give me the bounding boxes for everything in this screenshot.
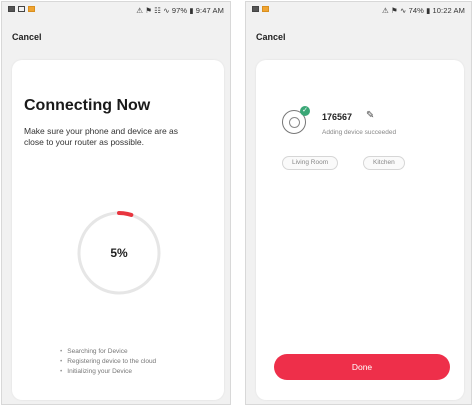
room-chip-kitchen[interactable]: Kitchen	[363, 156, 405, 170]
mail-notification-icon	[18, 6, 25, 12]
notification-icons	[8, 6, 35, 12]
cancel-button[interactable]: Cancel	[256, 32, 286, 42]
device-name: 176567	[322, 112, 353, 122]
status-time: ⚠ ⚑ ∿ 74% ▮ 10:22 AM	[382, 6, 465, 15]
room-chip-living-room[interactable]: Living Room	[282, 156, 339, 170]
status-time: ⚠ ⚑ ☷ ∿ 97% ▮ 9:47 AM	[136, 6, 224, 15]
image-notification-icon	[8, 6, 15, 12]
check-icon: ✓	[300, 106, 310, 116]
app-notification-icon	[28, 6, 35, 12]
image-notification-icon	[252, 6, 259, 12]
step-item: Initializing your Device	[60, 367, 156, 377]
connection-instructions: Make sure your phone and device are as c…	[24, 126, 179, 147]
app-notification-icon	[262, 6, 269, 12]
connection-steps: Searching for Device Registering device …	[60, 347, 156, 377]
connecting-screen: ⚠ ⚑ ☷ ∿ 97% ▮ 9:47 AM Cancel Connecting …	[1, 1, 231, 405]
page-title: Connecting Now	[24, 97, 151, 114]
done-button[interactable]: Done	[274, 354, 450, 380]
cancel-button[interactable]: Cancel	[12, 32, 42, 42]
device-status: Adding device succeeded	[322, 129, 397, 136]
step-item: Searching for Device	[60, 347, 156, 357]
status-bar: ⚠ ⚑ ∿ 74% ▮ 10:22 AM	[246, 2, 471, 20]
progress-percent: 5%	[110, 246, 128, 260]
edit-icon[interactable]: ✎	[366, 110, 374, 121]
notification-icons	[252, 6, 269, 12]
device-added-screen: ⚠ ⚑ ∿ 74% ▮ 10:22 AM Cancel ✓ 176567 ✎ A…	[245, 1, 472, 405]
status-bar: ⚠ ⚑ ☷ ∿ 97% ▮ 9:47 AM	[2, 2, 230, 20]
step-item: Registering device to the cloud	[60, 357, 156, 367]
